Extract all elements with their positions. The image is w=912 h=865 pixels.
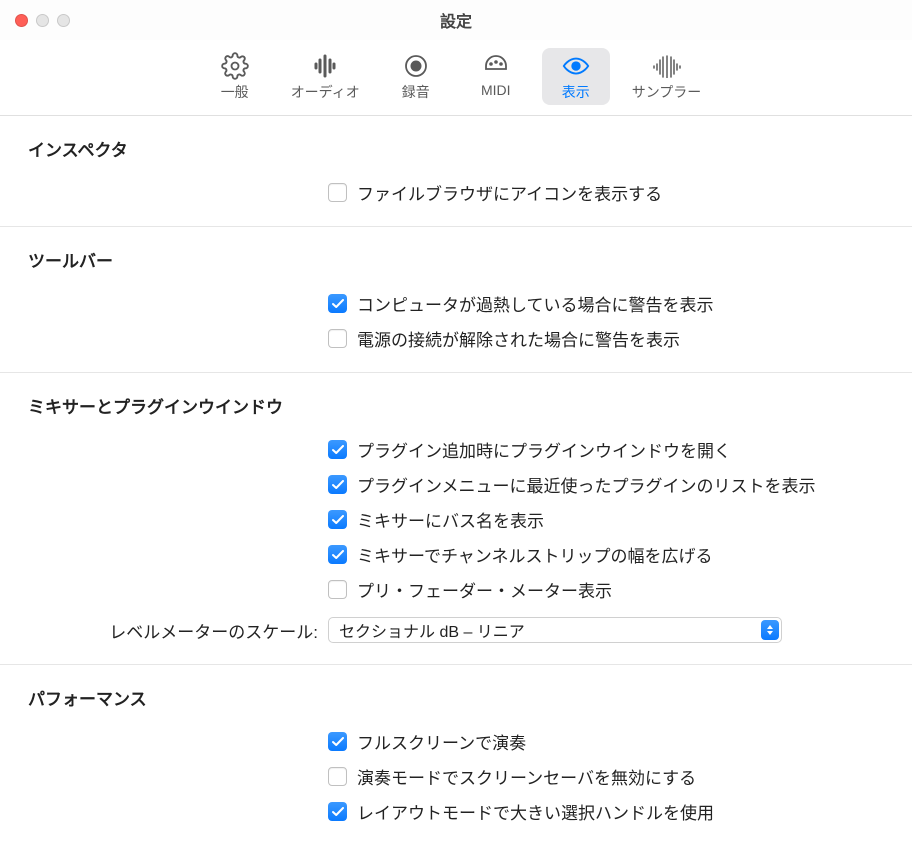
checkbox-open-plugin[interactable] <box>328 440 347 459</box>
label-screensaver: 演奏モードでスクリーンセーバを無効にする <box>357 764 696 789</box>
label-show-icons: ファイルブラウザにアイコンを表示する <box>357 180 662 205</box>
window-title: 設定 <box>440 8 472 32</box>
checkbox-screensaver[interactable] <box>328 767 347 786</box>
sampler-waveform-icon <box>652 53 682 79</box>
checkbox-show-icons[interactable] <box>328 183 347 202</box>
label-pre-fader: プリ・フェーダー・メーター表示 <box>357 577 612 602</box>
checkbox-pre-fader[interactable] <box>328 580 347 599</box>
minimize-window-button[interactable] <box>36 14 49 27</box>
row-wide-strips: ミキサーでチャンネルストリップの幅を広げる <box>0 537 912 572</box>
select-level-scale[interactable]: セクショナル dB – リニア <box>328 617 782 643</box>
tab-recording[interactable]: 録音 <box>382 48 450 105</box>
eye-icon <box>561 53 591 79</box>
checkbox-power-warning[interactable] <box>328 329 347 348</box>
tab-label: MIDI <box>481 82 511 98</box>
tab-sampler[interactable]: サンプラー <box>622 48 712 105</box>
row-open-plugin: プラグイン追加時にプラグインウインドウを開く <box>0 432 912 467</box>
checkbox-large-handles[interactable] <box>328 802 347 821</box>
section-title-toolbar: ツールバー <box>0 247 912 272</box>
checkbox-recent-plugins[interactable] <box>328 475 347 494</box>
tab-label: サンプラー <box>632 82 702 102</box>
label-open-plugin: プラグイン追加時にプラグインウインドウを開く <box>357 437 731 462</box>
row-level-scale: レベルメーターのスケール: セクショナル dB – リニア <box>0 607 912 648</box>
section-toolbar: ツールバー コンピュータが過熱している場合に警告を表示 電源の接続が解除された場… <box>0 227 912 373</box>
row-fullscreen: フルスクリーンで演奏 <box>0 724 912 759</box>
section-title-performance: パフォーマンス <box>0 685 912 710</box>
tab-label: 録音 <box>402 82 430 102</box>
label-overheat-warning: コンピュータが過熱している場合に警告を表示 <box>357 291 714 316</box>
preferences-toolbar: 一般 オーディオ 録音 MIDI 表示 サンプラー <box>0 40 912 116</box>
row-large-handles: レイアウトモードで大きい選択ハンドルを使用 <box>0 794 912 829</box>
record-icon <box>401 53 431 79</box>
row-pre-fader: プリ・フェーダー・メーター表示 <box>0 572 912 607</box>
row-recent-plugins: プラグインメニューに最近使ったプラグインのリストを表示 <box>0 467 912 502</box>
checkbox-wide-strips[interactable] <box>328 545 347 564</box>
titlebar: 設定 <box>0 0 912 40</box>
select-stepper-icon <box>761 620 779 640</box>
row-screensaver: 演奏モードでスクリーンセーバを無効にする <box>0 759 912 794</box>
section-performance: パフォーマンス フルスクリーンで演奏 演奏モードでスクリーンセーバを無効にする … <box>0 665 912 845</box>
label-bus-names: ミキサーにバス名を表示 <box>357 507 544 532</box>
tab-display[interactable]: 表示 <box>542 48 610 105</box>
audio-waveform-icon <box>310 53 340 79</box>
tab-label: 表示 <box>562 82 590 102</box>
section-title-inspector: インスペクタ <box>0 136 912 161</box>
label-recent-plugins: プラグインメニューに最近使ったプラグインのリストを表示 <box>357 472 816 497</box>
label-power-warning: 電源の接続が解除された場合に警告を表示 <box>357 326 680 351</box>
row-bus-names: ミキサーにバス名を表示 <box>0 502 912 537</box>
tab-label: 一般 <box>221 82 249 102</box>
checkbox-overheat-warning[interactable] <box>328 294 347 313</box>
label-wide-strips: ミキサーでチャンネルストリップの幅を広げる <box>357 542 712 567</box>
checkbox-bus-names[interactable] <box>328 510 347 529</box>
tab-midi[interactable]: MIDI <box>462 48 530 105</box>
tab-audio[interactable]: オーディオ <box>281 48 370 105</box>
traffic-lights <box>0 14 70 27</box>
row-overheat-warning: コンピュータが過熱している場合に警告を表示 <box>0 286 912 321</box>
gear-icon <box>220 53 250 79</box>
midi-port-icon <box>481 53 511 79</box>
zoom-window-button[interactable] <box>57 14 70 27</box>
select-level-scale-value: セクショナル dB – リニア <box>339 618 525 642</box>
row-show-icons: ファイルブラウザにアイコンを表示する <box>0 175 912 210</box>
section-mixer: ミキサーとプラグインウインドウ プラグイン追加時にプラグインウインドウを開く プ… <box>0 373 912 665</box>
tab-general[interactable]: 一般 <box>201 48 269 105</box>
checkbox-fullscreen[interactable] <box>328 732 347 751</box>
row-power-warning: 電源の接続が解除された場合に警告を表示 <box>0 321 912 356</box>
label-large-handles: レイアウトモードで大きい選択ハンドルを使用 <box>357 799 714 824</box>
preferences-content: インスペクタ ファイルブラウザにアイコンを表示する ツールバー コンピュータが過… <box>0 116 912 865</box>
section-inspector: インスペクタ ファイルブラウザにアイコンを表示する <box>0 116 912 227</box>
tab-label: オーディオ <box>291 82 360 102</box>
label-fullscreen: フルスクリーンで演奏 <box>357 729 526 754</box>
label-level-scale: レベルメーターのスケール: <box>0 618 328 643</box>
section-title-mixer: ミキサーとプラグインウインドウ <box>0 393 912 418</box>
close-window-button[interactable] <box>15 14 28 27</box>
